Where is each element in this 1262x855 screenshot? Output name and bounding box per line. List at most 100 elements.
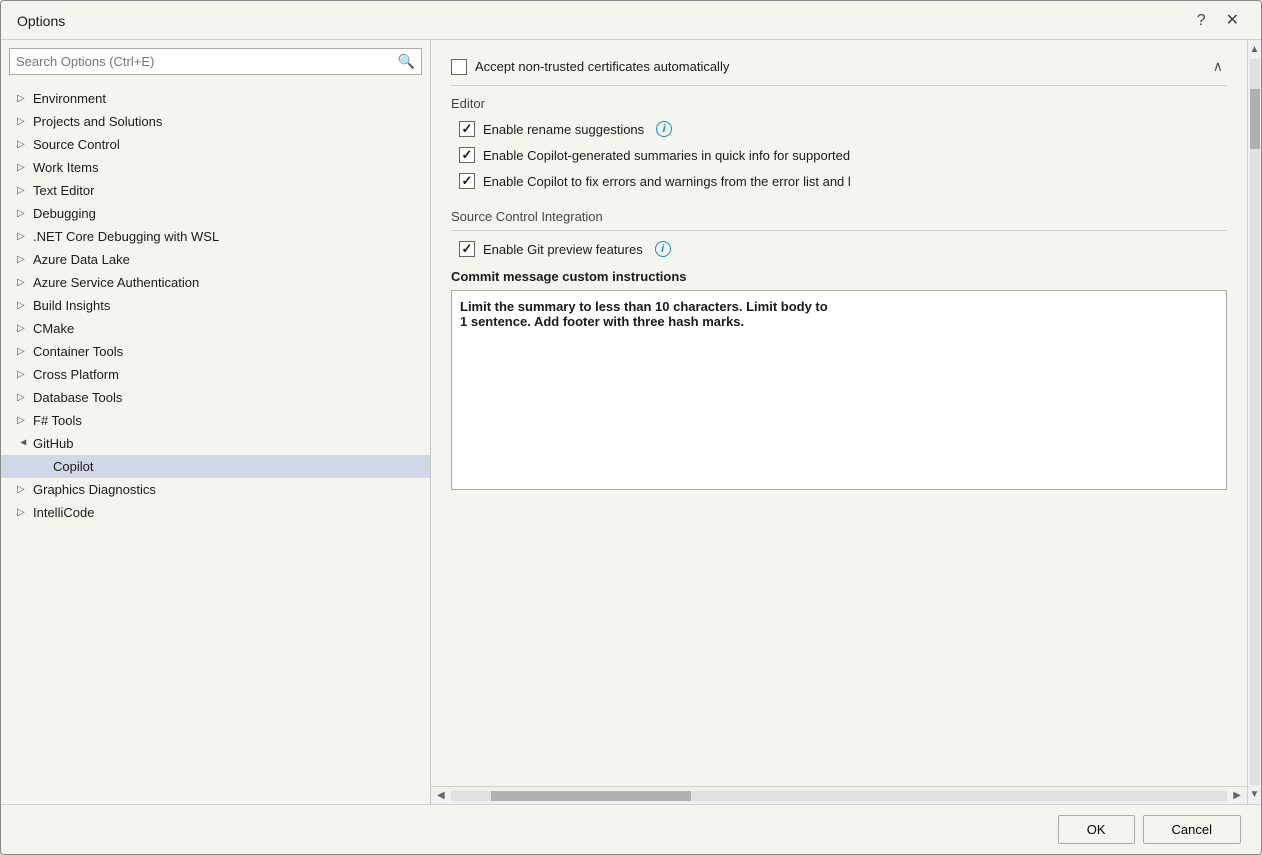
tree-label-environment: Environment: [33, 91, 106, 106]
tree-arrow-intellicode: ▷: [17, 507, 29, 518]
accept-cert-label: Accept non-trusted certificates automati…: [475, 59, 729, 74]
h-scroll-thumb[interactable]: [491, 791, 691, 801]
info-icon-0[interactable]: i: [656, 121, 672, 137]
editor-heading: Editor: [451, 96, 1227, 111]
help-button[interactable]: ?: [1191, 11, 1212, 31]
editor-checkbox-0[interactable]: [459, 121, 475, 137]
sc-info-icon-0[interactable]: i: [655, 241, 671, 257]
tree-arrow-fsharp-tools: ▷: [17, 415, 29, 426]
tree-item-source-control[interactable]: ▷ Source Control: [1, 133, 430, 156]
commit-label: Commit message custom instructions: [451, 269, 1227, 284]
tree-item-azure-data-lake[interactable]: ▷ Azure Data Lake: [1, 248, 430, 271]
tree-arrow-container-tools: ▷: [17, 346, 29, 357]
tree-label-copilot: Copilot: [53, 459, 93, 474]
tree-item-cmake[interactable]: ▷CMake: [1, 317, 430, 340]
editor-checkbox-row-1: Enable Copilot-generated summaries in qu…: [451, 143, 1227, 167]
main-content: 🔍 ▷Environment▷Projects and Solutions▷So…: [1, 40, 1261, 804]
search-icon: 🔍: [398, 53, 415, 70]
tree-arrow-cross-platform: ▷: [17, 369, 29, 380]
tree-label-azure-data-lake: Azure Data Lake: [33, 252, 130, 267]
editor-checkbox-1[interactable]: [459, 147, 475, 163]
right-scroll-area[interactable]: Accept non-trusted certificates automati…: [431, 40, 1247, 786]
tree-label-text-editor: Text Editor: [33, 183, 94, 198]
scroll-left-arrow[interactable]: ◀: [433, 788, 449, 803]
tree-item-cross-platform[interactable]: ▷ Cross Platform: [1, 363, 430, 386]
bottom-scrollbar[interactable]: ◀ ▶: [431, 786, 1247, 804]
tree-label-source-control: Source Control: [33, 137, 120, 152]
tree-label-fsharp-tools: F# Tools: [33, 413, 82, 428]
tree-item-build-insights[interactable]: ▷ Build Insights: [1, 294, 430, 317]
tree-label-debugging: Debugging: [33, 206, 96, 221]
editor-checkbox-label-0: Enable rename suggestions: [483, 122, 644, 137]
scroll-thumb[interactable]: [1250, 89, 1260, 149]
ok-button[interactable]: OK: [1058, 815, 1135, 844]
sc-checkbox-0[interactable]: [459, 241, 475, 257]
tree-item-work-items[interactable]: ▷ Work Items: [1, 156, 430, 179]
scroll-up-arrow[interactable]: ▲: [1248, 42, 1261, 57]
close-button[interactable]: ✕: [1220, 11, 1245, 31]
tree-item-debugging[interactable]: ▷ Debugging: [1, 202, 430, 225]
tree-item-fsharp-tools[interactable]: ▷ F# Tools: [1, 409, 430, 432]
tree-item-environment[interactable]: ▷Environment: [1, 87, 430, 110]
editor-section: Editor Enable rename suggestions i Enable …: [451, 96, 1227, 193]
tree-label-graphics-diagnostics: Graphics Diagnostics: [33, 482, 156, 497]
tree-item-database-tools[interactable]: ▷ Database Tools: [1, 386, 430, 409]
tree-label-intellicode: IntelliCode: [33, 505, 94, 520]
editor-checkbox-row-2: Enable Copilot to fix errors and warning…: [451, 169, 1227, 193]
tree-label-build-insights: Build Insights: [33, 298, 110, 313]
tree-arrow-text-editor: ▷: [17, 185, 29, 196]
h-scroll-track[interactable]: [451, 791, 1228, 801]
scroll-down-arrow[interactable]: ▼: [1248, 787, 1261, 802]
tree-arrow-work-items: ▷: [17, 162, 29, 173]
editor-checkbox-2[interactable]: [459, 173, 475, 189]
tree-arrow-azure-data-lake: ▷: [17, 254, 29, 265]
tree-arrow-github: ▼: [18, 438, 29, 450]
editor-checkbox-label-2: Enable Copilot to fix errors and warning…: [483, 174, 851, 189]
tree-arrow-debugging: ▷: [17, 208, 29, 219]
tree-item-text-editor[interactable]: ▷ Text Editor: [1, 179, 430, 202]
tree-item-intellicode[interactable]: ▷ IntelliCode: [1, 501, 430, 524]
sc-checkbox-label-0: Enable Git preview features: [483, 242, 643, 257]
tree-arrow-database-tools: ▷: [17, 392, 29, 403]
tree-item-copilot[interactable]: Copilot: [1, 455, 430, 478]
tree-arrow-cmake: ▷: [17, 323, 29, 334]
tree-label-azure-service-auth: Azure Service Authentication: [33, 275, 199, 290]
scroll-right-arrow[interactable]: ▶: [1229, 788, 1245, 803]
commit-textarea[interactable]: [451, 290, 1227, 490]
tree-label-work-items: Work Items: [33, 160, 99, 175]
tree-label-cross-platform: Cross Platform: [33, 367, 119, 382]
cancel-button[interactable]: Cancel: [1143, 815, 1241, 844]
section-collapse-btn[interactable]: ∧: [1209, 58, 1227, 75]
source-control-heading: Source Control Integration: [451, 209, 1227, 231]
tree-item-container-tools[interactable]: ▷Container Tools: [1, 340, 430, 363]
tree-label-projects-solutions: Projects and Solutions: [33, 114, 162, 129]
search-input[interactable]: [16, 54, 398, 69]
tree-arrow-net-core-debugging: ▷: [17, 231, 29, 242]
tree-arrow-build-insights: ▷: [17, 300, 29, 311]
tree-item-github[interactable]: ▼GitHub: [1, 432, 430, 455]
top-row-label: Accept non-trusted certificates automati…: [451, 59, 1209, 75]
footer: OK Cancel: [1, 804, 1261, 854]
sc-checkboxes: Enable Git preview features i: [451, 237, 1227, 261]
search-box[interactable]: 🔍: [9, 48, 422, 75]
title-bar: Options ? ✕: [1, 1, 1261, 40]
tree-container[interactable]: ▷Environment▷Projects and Solutions▷Sour…: [1, 83, 430, 804]
top-checkbox-row: Accept non-trusted certificates automati…: [451, 52, 1227, 86]
right-vertical-scrollbar[interactable]: ▲ ▼: [1247, 40, 1261, 804]
tree-arrow-source-control: ▷: [17, 139, 29, 150]
tree-item-projects-solutions[interactable]: ▷ Projects and Solutions: [1, 110, 430, 133]
editor-checkbox-label-1: Enable Copilot-generated summaries in qu…: [483, 148, 850, 163]
title-bar-controls: ? ✕: [1191, 11, 1245, 31]
options-dialog: Options ? ✕ 🔍 ▷Environment▷Projects and …: [0, 0, 1262, 855]
tree-item-azure-service-auth[interactable]: ▷ Azure Service Authentication: [1, 271, 430, 294]
accept-cert-checkbox[interactable]: [451, 59, 467, 75]
tree-item-graphics-diagnostics[interactable]: ▷ Graphics Diagnostics: [1, 478, 430, 501]
tree-arrow-azure-service-auth: ▷: [17, 277, 29, 288]
tree-label-database-tools: Database Tools: [33, 390, 122, 405]
scroll-track[interactable]: [1250, 59, 1260, 785]
tree-arrow-graphics-diagnostics: ▷: [17, 484, 29, 495]
tree-arrow-projects-solutions: ▷: [17, 116, 29, 127]
source-control-section: Source Control Integration Enable Git pr…: [451, 209, 1227, 493]
tree-item-net-core-debugging[interactable]: ▷.NET Core Debugging with WSL: [1, 225, 430, 248]
dialog-title: Options: [17, 13, 65, 29]
